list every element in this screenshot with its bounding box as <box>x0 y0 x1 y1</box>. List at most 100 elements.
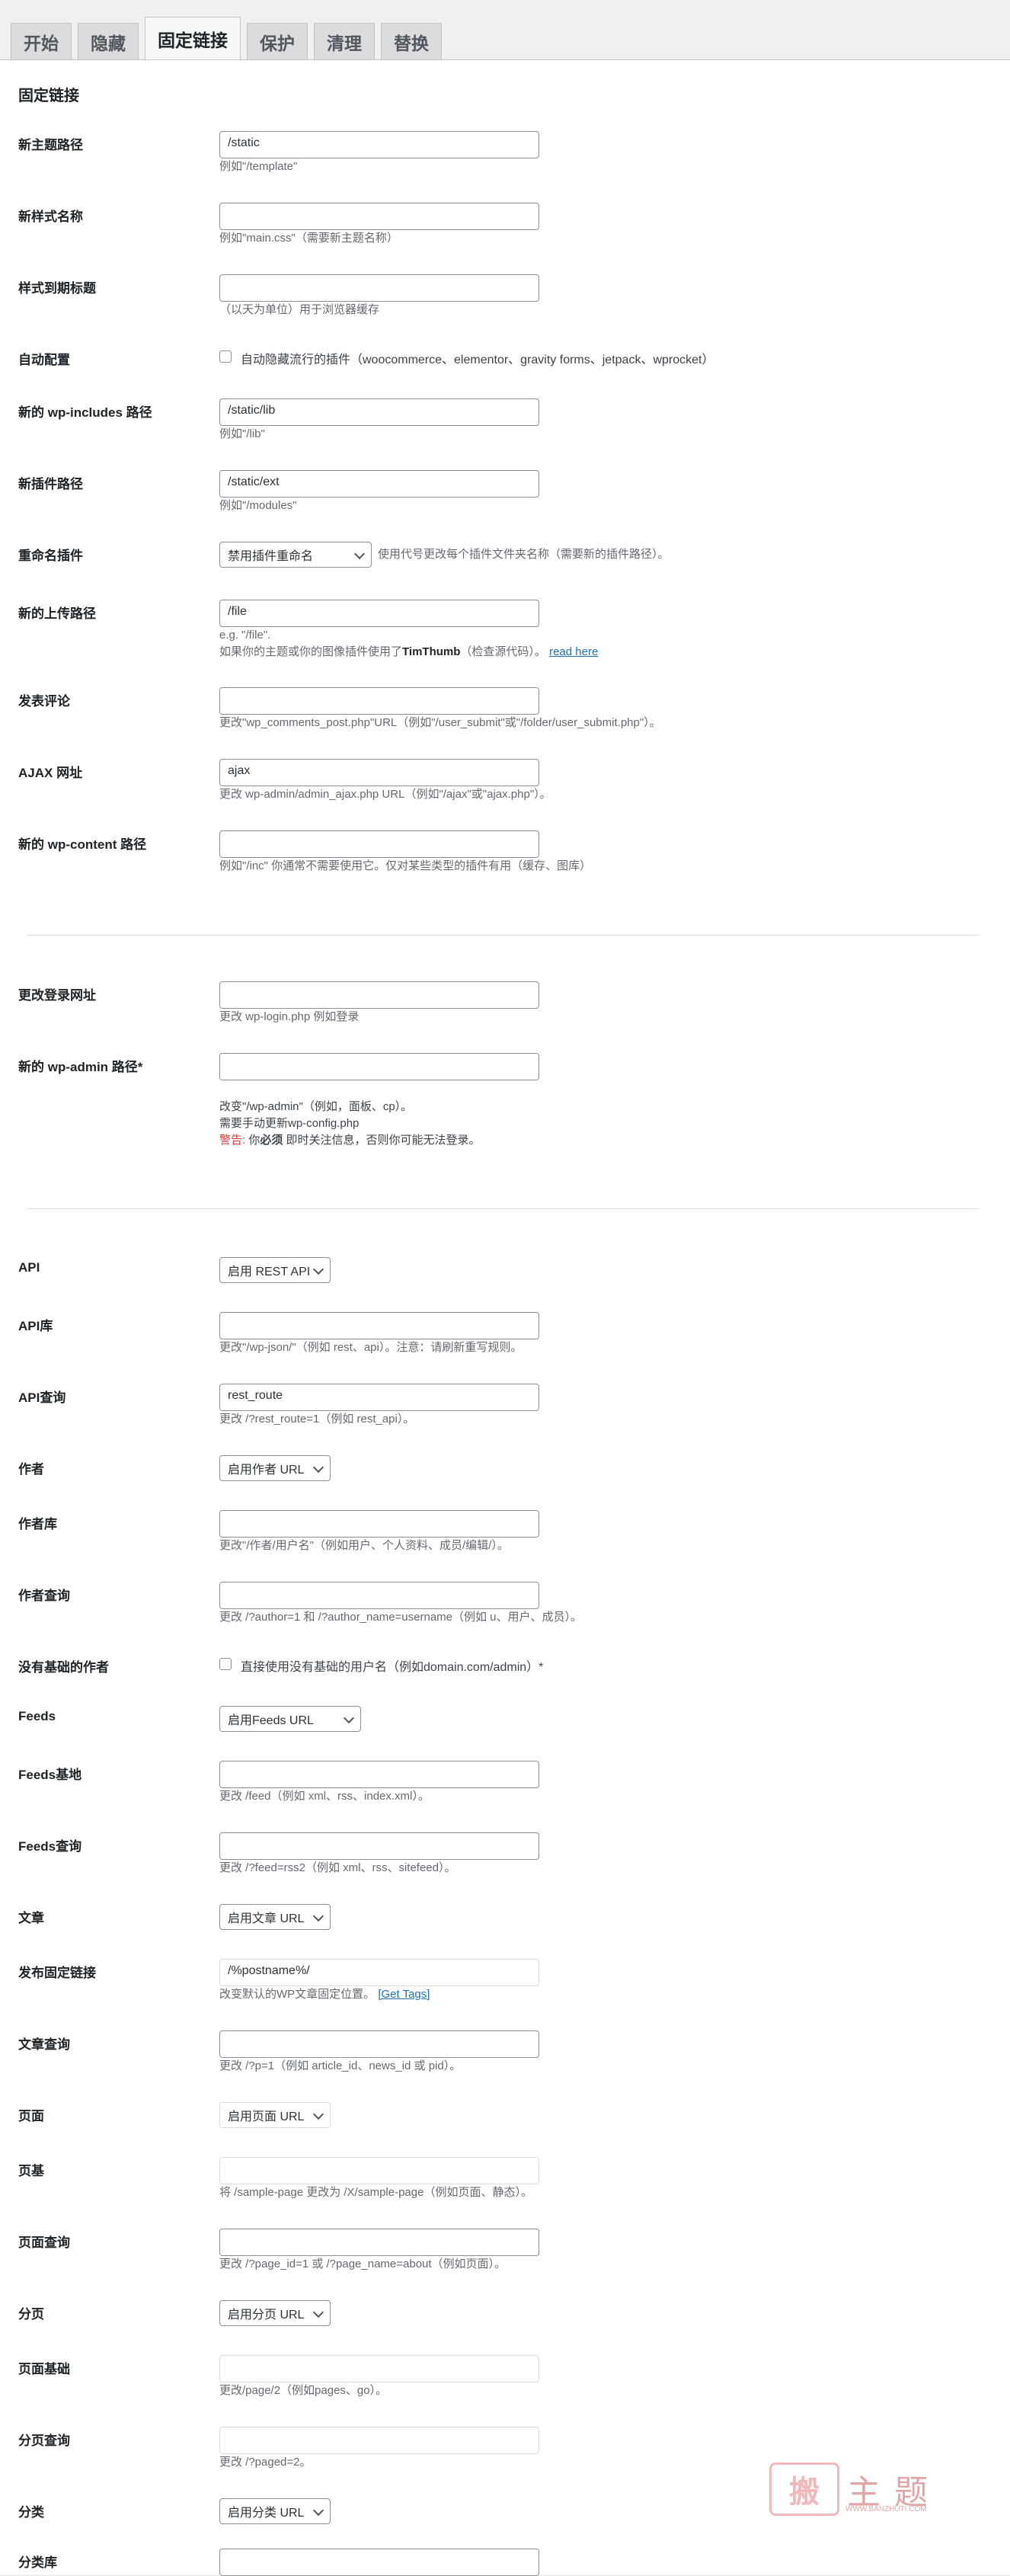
admin-path-label: 新的 wp-admin 路径* <box>18 1060 143 1074</box>
permalink-desc: 改变默认的WP文章固定位置。 [Get Tags] <box>219 1986 430 2003</box>
author-select-value: 启用作者 URL <box>228 1464 305 1477</box>
post-query-input[interactable] <box>219 2030 539 2058</box>
category-base-label: 分类库 <box>18 2555 57 2570</box>
category-select-value: 启用分类 URL <box>228 2507 305 2520</box>
page-select[interactable]: 启用页面 URL <box>219 2102 331 2128</box>
section-divider <box>27 935 980 936</box>
author-query-label: 作者查询 <box>18 1589 70 1603</box>
no-base-author-checkbox[interactable] <box>219 1658 232 1670</box>
page-select-value: 启用页面 URL <box>228 2110 305 2123</box>
includes-path-input[interactable]: /static/lib <box>219 398 539 426</box>
author-query-input[interactable] <box>219 1582 539 1609</box>
page-base-label: 页基 <box>18 2164 44 2178</box>
theme-path-input[interactable]: /static <box>219 131 539 158</box>
category-select[interactable]: 启用分类 URL <box>219 2498 331 2524</box>
tab-hide[interactable]: 隐藏 <box>78 23 139 59</box>
chevron-down-icon <box>312 2306 324 2318</box>
paging-select[interactable]: 启用分页 URL <box>219 2300 331 2326</box>
api-select-value: 启用 REST API <box>228 1266 311 1278</box>
login-url-label: 更改登录网址 <box>18 988 96 1003</box>
comments-desc: 更改"wp_comments_post.php"URL（例如"/user_sub… <box>219 716 661 729</box>
permalink-label: 发布固定链接 <box>18 1966 96 1980</box>
feeds-query-desc: 更改 /?feed=rss2（例如 xml、rss、sitefeed）。 <box>219 1861 456 1874</box>
author-query-desc: 更改 /?author=1 和 /?author_name=username（例… <box>219 1611 583 1624</box>
tab-start[interactable]: 开始 <box>11 23 72 59</box>
chevron-down-icon <box>312 1263 324 1275</box>
plugin-path-desc: 例如"/modules" <box>219 499 297 512</box>
feeds-query-input[interactable] <box>219 1832 539 1860</box>
post-select[interactable]: 启用文章 URL <box>219 1904 331 1930</box>
page-query-input[interactable] <box>219 2229 539 2256</box>
author-select[interactable]: 启用作者 URL <box>219 1455 331 1481</box>
auto-config-text: 自动隐藏流行的插件（woocommerce、elementor、gravity … <box>241 354 714 366</box>
page-base-input[interactable] <box>219 2157 539 2184</box>
api-base-input[interactable] <box>219 1312 539 1339</box>
chevron-down-icon <box>312 2108 324 2120</box>
no-base-author-label: 没有基础的作者 <box>18 1660 109 1675</box>
timthumb-text: TimThumb <box>402 645 461 658</box>
post-query-desc: 更改 /?p=1（例如 article_id、news_id 或 pid）。 <box>219 2059 462 2072</box>
theme-path-desc: 例如"/template" <box>219 160 298 173</box>
tab-cleanup[interactable]: 清理 <box>314 23 375 59</box>
tab-bar: 开始 隐藏 固定链接 保护 清理 替换 <box>11 17 442 59</box>
tab-permalinks[interactable]: 固定链接 <box>145 17 241 59</box>
paging-base-label: 页面基础 <box>18 2362 70 2376</box>
plugin-path-input[interactable]: /static/ext <box>219 470 539 498</box>
plugin-path-label: 新插件路径 <box>18 477 83 491</box>
api-label: API <box>18 1260 40 1275</box>
section-divider <box>27 1208 980 1209</box>
page-query-label: 页面查询 <box>18 2235 70 2250</box>
no-base-author-text: 直接使用没有基础的用户名（例如domain.com/admin）* <box>241 1661 544 1674</box>
upload-path-input[interactable]: /file <box>219 600 539 627</box>
style-expiry-input[interactable] <box>219 274 539 302</box>
category-label: 分类 <box>18 2505 44 2520</box>
watermark-logo: 搬 主题 WWW.BANZHUTI.COM <box>769 2462 952 2516</box>
author-label: 作者 <box>18 1462 44 1477</box>
permalink-input[interactable]: /%postname%/ <box>219 1959 539 1986</box>
page-query-desc: 更改 /?page_id=1 或 /?page_name=about（例如页面）… <box>219 2258 507 2270</box>
rename-plugins-label: 重命名插件 <box>18 549 83 563</box>
content-path-desc: 例如"/inc" 你通常不需要使用它。仅对某些类型的插件有用（缓存、图库） <box>219 859 592 872</box>
feeds-base-label: Feeds基地 <box>18 1768 82 1782</box>
feeds-query-label: Feeds查询 <box>18 1839 82 1854</box>
post-query-label: 文章查询 <box>18 2037 70 2052</box>
rename-plugins-value: 禁用插件重命名 <box>228 550 314 563</box>
style-name-desc: 例如"main.css"（需要新主题名称） <box>219 232 398 245</box>
category-base-input[interactable] <box>219 2549 539 2576</box>
feeds-select[interactable]: 启用Feeds URL <box>219 1706 361 1732</box>
admin-path-input[interactable] <box>219 1053 539 1080</box>
paging-label: 分页 <box>18 2307 44 2322</box>
login-url-input[interactable] <box>219 981 539 1009</box>
paging-select-value: 启用分页 URL <box>228 2309 305 2322</box>
upload-path-desc2-text: 如果你的主题或你的图像插件使用了 <box>219 645 403 658</box>
includes-path-desc: 例如"/lib" <box>219 427 265 440</box>
rename-plugins-desc: 使用代号更改每个插件文件夹名称（需要新的插件路径）。 <box>378 548 670 561</box>
auto-config-checkbox[interactable] <box>219 350 232 363</box>
admin-path-desc2: 需要手动更新wp-config.php <box>219 1117 360 1130</box>
feeds-base-input[interactable] <box>219 1761 539 1788</box>
get-tags-link[interactable]: [Get Tags] <box>378 1988 430 2001</box>
paging-query-label: 分页查询 <box>18 2434 70 2448</box>
paging-query-input[interactable] <box>219 2427 539 2454</box>
tab-replace[interactable]: 替换 <box>381 23 442 59</box>
rename-plugins-select[interactable]: 禁用插件重命名 <box>219 542 372 568</box>
login-url-desc: 更改 wp-login.php 例如登录 <box>219 1010 360 1023</box>
content-path-input[interactable] <box>219 830 539 858</box>
tab-protect[interactable]: 保护 <box>247 23 308 59</box>
page-base-desc: 将 /sample-page 更改为 /X/sample-page（例如页面、静… <box>219 2186 532 2199</box>
comments-input[interactable] <box>219 687 539 715</box>
includes-path-label: 新的 wp-includes 路径 <box>18 405 152 420</box>
paging-base-input[interactable] <box>219 2355 539 2382</box>
api-query-input[interactable]: rest_route <box>219 1384 539 1411</box>
read-here-link[interactable]: read here <box>549 645 598 658</box>
author-base-input[interactable] <box>219 1510 539 1538</box>
upload-path-desc1: e.g. "/file". <box>219 629 271 642</box>
feeds-base-desc: 更改 /feed（例如 xml、rss、index.xml）。 <box>219 1790 430 1803</box>
api-select[interactable]: 启用 REST API <box>219 1257 331 1283</box>
feeds-select-value: 启用Feeds URL <box>228 1714 314 1727</box>
ajax-input[interactable]: ajax <box>219 759 539 786</box>
chevron-down-icon <box>353 548 366 560</box>
style-name-input[interactable] <box>219 203 539 230</box>
chevron-down-icon <box>312 2504 324 2517</box>
paging-base-desc: 更改/page/2（例如pages、go）。 <box>219 2384 388 2397</box>
